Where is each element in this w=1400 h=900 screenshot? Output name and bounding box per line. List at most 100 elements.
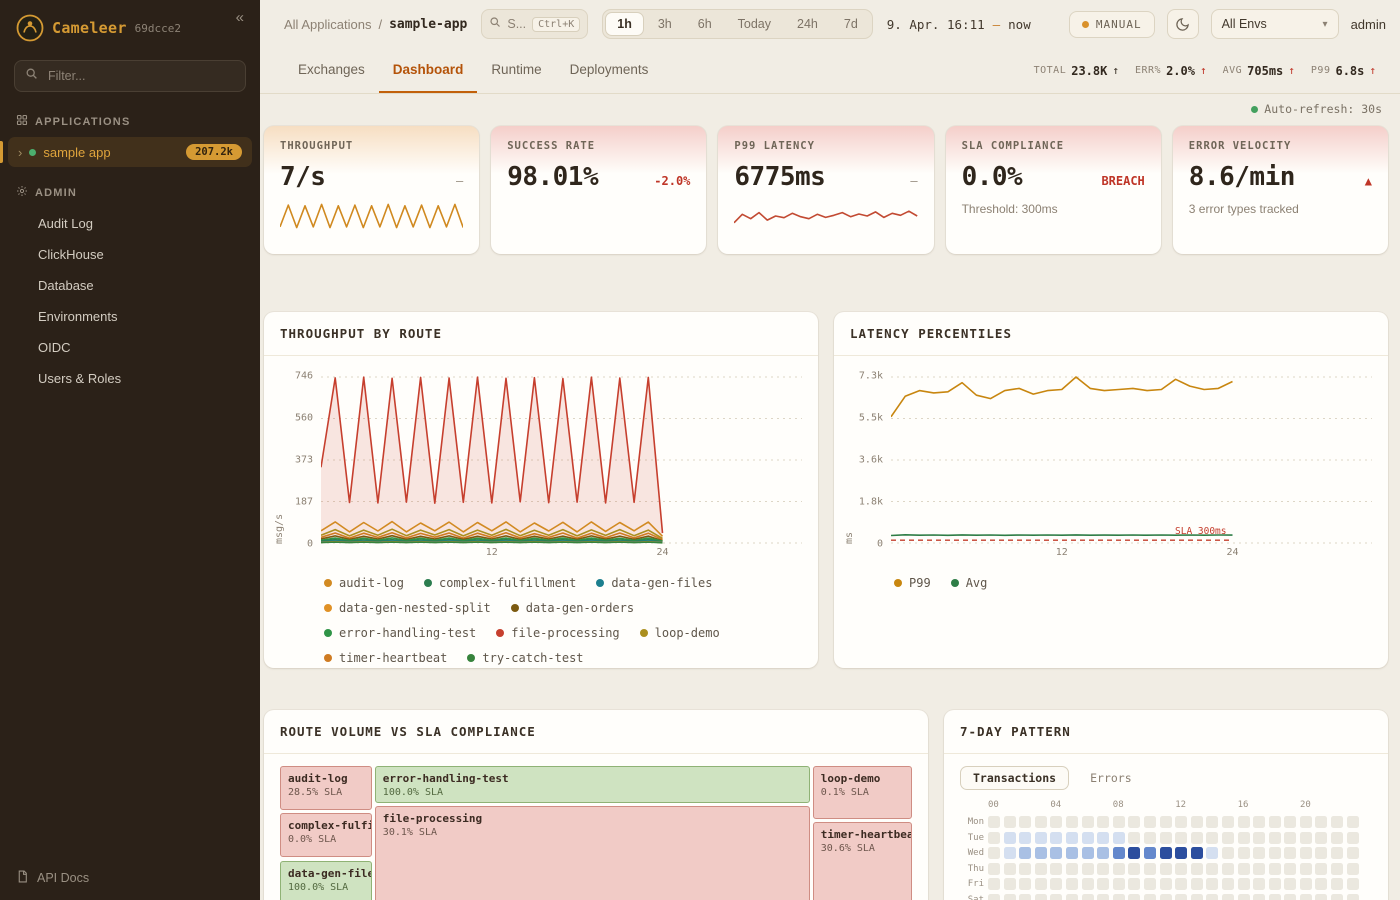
legend-item-complex-fulfillment[interactable]: complex-fulfillment bbox=[424, 576, 576, 590]
kpi-value-row: 7/s– bbox=[280, 162, 463, 192]
time-range-1h[interactable]: 1h bbox=[605, 12, 644, 36]
app-root: Cameleer 69dcce2 « APPLICATIONS › sample… bbox=[0, 0, 1400, 900]
heatmap-cell bbox=[1160, 832, 1172, 844]
heatmap-cell bbox=[988, 878, 1000, 890]
legend-item-loop-demo[interactable]: loop-demo bbox=[640, 626, 720, 640]
weekly-heatmap: 000408121620 MonTueWedThuFriSatSun bbox=[960, 800, 1372, 900]
manual-refresh-button[interactable]: MANUAL bbox=[1069, 11, 1155, 38]
legend-item-file-processing[interactable]: file-processing bbox=[496, 626, 619, 640]
hour-label: 16 bbox=[1238, 800, 1249, 810]
kpi-value: 6775ms bbox=[734, 162, 825, 192]
treemap-cell-timer-heartbeat[interactable]: timer-heartbeat30.6% SLA bbox=[813, 822, 912, 900]
treemap-cell-data-gen-files[interactable]: data-gen-files100.0% SLA bbox=[280, 861, 372, 900]
stat-value: 6.8s bbox=[1335, 64, 1364, 78]
legend-dot-icon bbox=[511, 604, 519, 612]
time-range-today[interactable]: Today bbox=[726, 12, 783, 36]
search-shortcut-badge: Ctrl+K bbox=[532, 17, 580, 32]
sidebar-item-users-roles[interactable]: Users & Roles bbox=[0, 363, 260, 394]
treemap-cell-file-processing[interactable]: file-processing30.1% SLA bbox=[375, 806, 810, 900]
theme-toggle-button[interactable] bbox=[1167, 9, 1199, 39]
treemap-cell-sla: 100.0% SLA bbox=[288, 882, 364, 893]
breadcrumb-all-applications[interactable]: All Applications bbox=[284, 17, 371, 32]
heatmap-cell bbox=[1238, 816, 1250, 828]
api-docs-link[interactable]: API Docs bbox=[0, 856, 260, 900]
heatmap-cell bbox=[1097, 832, 1109, 844]
heatmap-toggle-transactions[interactable]: Transactions bbox=[960, 766, 1069, 790]
legend-label: P99 bbox=[909, 576, 931, 590]
legend-dot-icon bbox=[324, 629, 332, 637]
sidebar-collapse-button[interactable]: « bbox=[230, 8, 250, 27]
time-range-24h[interactable]: 24h bbox=[785, 12, 830, 36]
stat-value: 2.0% bbox=[1166, 64, 1195, 78]
legend-item-try-catch-test[interactable]: try-catch-test bbox=[467, 651, 583, 665]
legend-item-data-gen-orders[interactable]: data-gen-orders bbox=[511, 601, 634, 615]
legend-label: timer-heartbeat bbox=[339, 651, 447, 665]
sidebar-filter[interactable] bbox=[14, 60, 246, 92]
tab-dashboard[interactable]: Dashboard bbox=[379, 48, 478, 93]
chevron-right-icon: › bbox=[18, 146, 22, 159]
legend-item-error-handling-test[interactable]: error-handling-test bbox=[324, 626, 476, 640]
heatmap-cell bbox=[1144, 878, 1156, 890]
legend-item-p99[interactable]: P99 bbox=[894, 576, 931, 590]
treemap-cell-sla: 0.0% SLA bbox=[288, 834, 364, 845]
kpi-subtext: 3 error types tracked bbox=[1189, 202, 1372, 216]
time-range-6h[interactable]: 6h bbox=[686, 12, 724, 36]
x-axis-ticks: 1224 bbox=[891, 544, 1372, 562]
heatmap-toggle-errors[interactable]: Errors bbox=[1077, 766, 1145, 790]
legend-item-data-gen-files[interactable]: data-gen-files bbox=[596, 576, 712, 590]
sidebar-item-audit-log[interactable]: Audit Log bbox=[0, 208, 260, 239]
global-search[interactable]: S... Ctrl+K bbox=[481, 9, 588, 39]
app-name-label: sample app bbox=[43, 145, 110, 160]
svg-text:SLA 300ms: SLA 300ms bbox=[1175, 526, 1226, 537]
sidebar-item-environments[interactable]: Environments bbox=[0, 301, 260, 332]
sidebar-item-clickhouse[interactable]: ClickHouse bbox=[0, 239, 260, 270]
tab-exchanges[interactable]: Exchanges bbox=[284, 48, 379, 93]
heatmap-cell bbox=[1097, 894, 1109, 900]
dashboard-content: Auto-refresh: 30s THROUGHPUT7/s–SUCCESS … bbox=[260, 94, 1400, 900]
sidebar-item-database[interactable]: Database bbox=[0, 270, 260, 301]
heatmap-cell bbox=[1160, 816, 1172, 828]
treemap-cell-audit-log[interactable]: audit-log28.5% SLA bbox=[280, 766, 372, 810]
sidebar-item-sample-app[interactable]: › sample app 207.2k bbox=[8, 137, 252, 167]
kpi-value: 7/s bbox=[280, 162, 325, 192]
time-range-3h[interactable]: 3h bbox=[646, 12, 684, 36]
heatmap-cell bbox=[1050, 832, 1062, 844]
trend-up-icon: ↑ bbox=[1112, 64, 1119, 77]
kpi-card-sla-compliance: SLA COMPLIANCE0.0%BREACHThreshold: 300ms bbox=[946, 126, 1161, 254]
date-separator: — bbox=[993, 17, 1001, 32]
heatmap-cell bbox=[1331, 878, 1343, 890]
time-range-7d[interactable]: 7d bbox=[832, 12, 870, 36]
tab-runtime[interactable]: Runtime bbox=[477, 48, 555, 93]
sidebar-item-oidc[interactable]: OIDC bbox=[0, 332, 260, 363]
tabs: ExchangesDashboardRuntimeDeployments bbox=[284, 48, 662, 93]
filter-input[interactable] bbox=[46, 68, 235, 84]
date-range[interactable]: 9. Apr. 16:11 — now bbox=[887, 17, 1031, 32]
legend-item-avg[interactable]: Avg bbox=[951, 576, 988, 590]
heatmap-cell bbox=[1097, 863, 1109, 875]
heatmap-cell bbox=[1300, 863, 1312, 875]
kpi-delta: – bbox=[910, 174, 917, 188]
sidebar-header: Cameleer 69dcce2 « bbox=[0, 0, 260, 52]
legend-item-timer-heartbeat[interactable]: timer-heartbeat bbox=[324, 651, 447, 665]
tab-deployments[interactable]: Deployments bbox=[556, 48, 663, 93]
legend-label: loop-demo bbox=[655, 626, 720, 640]
legend-item-data-gen-nested-split[interactable]: data-gen-nested-split bbox=[324, 601, 491, 615]
treemap-cell-error-handling-test[interactable]: error-handling-test100.0% SLA bbox=[375, 766, 810, 803]
heatmap-cell bbox=[1222, 894, 1234, 900]
x-tick-label: 24 bbox=[656, 547, 668, 558]
heatmap-cell bbox=[1113, 816, 1125, 828]
chevron-down-icon: ▾ bbox=[1323, 19, 1328, 30]
heatmap-cell bbox=[1206, 878, 1218, 890]
env-select[interactable]: All Envs ▾ bbox=[1211, 9, 1339, 39]
legend-item-audit-log[interactable]: audit-log bbox=[324, 576, 404, 590]
heatmap-cell bbox=[1097, 847, 1109, 859]
y-tick-label: 3.6k bbox=[859, 455, 883, 466]
heatmap-cell bbox=[1144, 863, 1156, 875]
heatmap-cell bbox=[1035, 894, 1047, 900]
treemap-cell-loop-demo[interactable]: loop-demo0.1% SLA bbox=[813, 766, 912, 819]
user-label[interactable]: admin bbox=[1351, 17, 1386, 32]
heatmap-cell bbox=[1113, 878, 1125, 890]
heatmap-cell bbox=[1315, 863, 1327, 875]
treemap-cell-complex-fulfil[interactable]: complex-fulfil...0.0% SLA bbox=[280, 813, 372, 857]
heatmap-cell bbox=[1253, 816, 1265, 828]
